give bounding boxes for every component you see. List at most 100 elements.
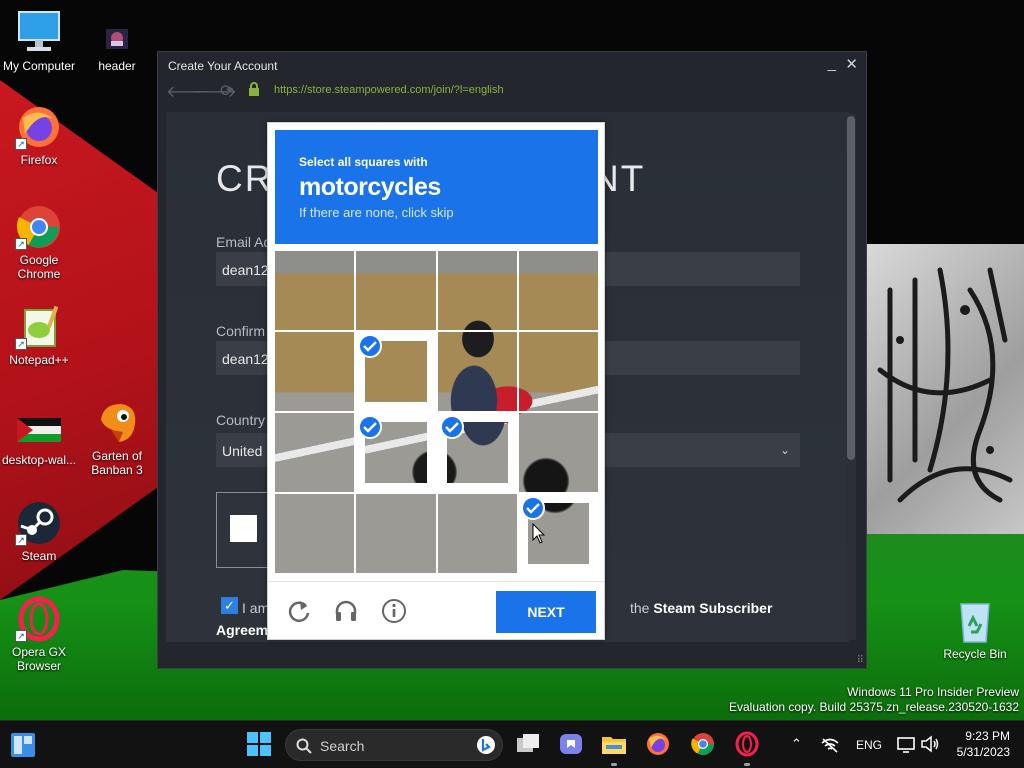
taskbar-clock[interactable]: 9:23 PM 5/31/2023 (957, 728, 1010, 760)
language-indicator[interactable]: ENG (856, 738, 882, 752)
teams-chat-icon[interactable] (558, 731, 584, 757)
next-button[interactable]: NEXT (496, 591, 596, 633)
volume-icon[interactable] (920, 735, 940, 753)
url-text[interactable]: https://store.steampowered.com/join/?l=e… (274, 84, 504, 96)
widgets-icon[interactable] (10, 732, 36, 758)
challenge-tile[interactable] (518, 251, 598, 330)
challenge-tile[interactable] (437, 251, 517, 330)
recaptcha-checkbox[interactable] (230, 515, 257, 542)
resize-grip-icon[interactable]: ⠿ (857, 655, 864, 666)
challenge-tile[interactable] (275, 413, 355, 492)
challenge-image-grid (275, 251, 598, 573)
tile-image (275, 413, 355, 492)
challenge-tile[interactable] (437, 413, 517, 492)
subscriber-agreement-link-cont[interactable]: Agreem (216, 622, 268, 638)
desktop-icon-label: Opera GX Browser (11, 645, 67, 673)
browser-nav-bar: 🡐 🡒 ⟳ https://store.steampowered.com/joi… (158, 78, 866, 102)
firefox-icon: ↗ (15, 104, 63, 150)
shortcut-arrow-icon: ↗ (15, 630, 27, 642)
opera-gx-taskbar-icon[interactable] (734, 731, 760, 757)
network-icon[interactable] (820, 737, 840, 753)
selected-check-icon (520, 496, 545, 520)
desktop-icon-steam[interactable]: ↗ Steam (0, 500, 78, 563)
tile-image (437, 251, 517, 330)
agree-suffix-text: the (630, 600, 650, 616)
reload-icon[interactable]: ⟳ (220, 81, 233, 101)
desktop-icon-recycle-bin[interactable]: Recycle Bin (936, 598, 1014, 661)
recycle-bin-icon (951, 598, 999, 644)
agree-text-suffix: the Steam Subscriber (630, 600, 772, 616)
running-indicator (744, 763, 750, 766)
audio-challenge-icon[interactable] (333, 598, 359, 624)
agree-checkbox[interactable]: ✓ (221, 597, 238, 614)
challenge-tile[interactable] (275, 332, 355, 411)
task-view-icon[interactable] (515, 731, 541, 757)
desktop-icon-label: Google Chrome (17, 253, 61, 281)
instruction-text: Select all squares with (299, 155, 428, 169)
computer-icon (15, 10, 63, 56)
notepad-plus-plus-icon: ↗ (15, 304, 63, 350)
display-icon[interactable] (897, 735, 915, 753)
desktop-icon-header[interactable]: header (78, 23, 156, 73)
desktop-icon-garten-of-banban[interactable]: Garten of Banban 3 (78, 400, 156, 477)
desktop-icon-desktop-wallpaper[interactable]: desktop-wal... (0, 412, 78, 467)
reload-challenge-icon[interactable] (286, 598, 312, 624)
scrollbar-thumb[interactable] (847, 116, 855, 460)
chrome-taskbar-icon[interactable] (690, 731, 716, 757)
watermark-line2: Evaluation copy. Build 25375.zn_release.… (729, 700, 1019, 714)
desktop-icon-notepad-plus-plus[interactable]: ↗ Notepad++ (0, 304, 78, 367)
search-icon (296, 738, 312, 754)
chrome-icon: ↗ (15, 204, 63, 250)
tile-image (518, 413, 598, 492)
start-windows-icon[interactable] (246, 731, 272, 757)
wallpaper-calligraphy (877, 267, 1013, 503)
image-file-icon (15, 412, 63, 450)
desktop-icon-firefox[interactable]: ↗ Firefox (0, 104, 78, 167)
taskbar: Search ⌃ ENG 9:23 PM 5/31/2023 (0, 720, 1024, 768)
tile-image (437, 332, 517, 411)
bing-icon (477, 736, 495, 754)
tile-image (356, 494, 436, 573)
challenge-tile[interactable] (518, 494, 598, 573)
desktop-icon-chrome[interactable]: ↗ Google Chrome (0, 204, 78, 281)
challenge-tile[interactable] (437, 332, 517, 411)
tile-image (518, 251, 598, 330)
desktop-icon-label: Notepad++ (9, 353, 69, 367)
running-indicator (611, 763, 617, 766)
challenge-tile[interactable] (356, 332, 436, 411)
shortcut-arrow-icon: ↗ (15, 534, 27, 546)
steam-icon: ↗ (15, 500, 63, 546)
desktop-icon-my-computer[interactable]: My Computer (0, 10, 78, 73)
agree-text-prefix: I am (242, 600, 270, 616)
subscriber-agreement-link[interactable]: Steam Subscriber (653, 600, 772, 616)
challenge-tile[interactable] (275, 494, 355, 573)
shortcut-arrow-icon: ↗ (15, 338, 27, 350)
challenge-tile[interactable] (356, 251, 436, 330)
confirm-email-value: dean12 (222, 351, 269, 367)
challenge-tile[interactable] (518, 413, 598, 492)
taskbar-search[interactable]: Search (285, 729, 503, 761)
chevron-up-icon[interactable]: ⌃ (791, 736, 802, 752)
tile-image (437, 494, 517, 573)
file-explorer-icon[interactable] (601, 731, 627, 757)
email-label: Email Ad (216, 234, 272, 250)
challenge-tile[interactable] (437, 494, 517, 573)
close-button[interactable]: ✕ (845, 55, 858, 73)
challenge-tile[interactable] (275, 251, 355, 330)
desktop-icon-label: desktop-wal... (1, 453, 77, 467)
instruction-target: motorcycles (299, 173, 441, 201)
desktop-icon-label: My Computer (2, 59, 76, 73)
desktop-icon-opera-gx[interactable]: ↗ Opera GX Browser (0, 596, 78, 673)
shortcut-arrow-icon: ↗ (15, 238, 27, 250)
opera-gx-icon: ↗ (15, 596, 63, 642)
game-icon (93, 400, 141, 446)
challenge-header: Select all squares with motorcycles If t… (275, 130, 598, 244)
challenge-tile[interactable] (356, 494, 436, 573)
challenge-tile[interactable] (356, 413, 436, 492)
firefox-taskbar-icon[interactable] (645, 731, 671, 757)
info-icon[interactable] (381, 598, 407, 624)
window-title-bar[interactable]: Create Your Account _ ✕ (158, 52, 866, 78)
minimize-button[interactable]: _ (828, 55, 836, 72)
challenge-tile[interactable] (518, 332, 598, 411)
mouse-cursor-icon (532, 523, 546, 544)
